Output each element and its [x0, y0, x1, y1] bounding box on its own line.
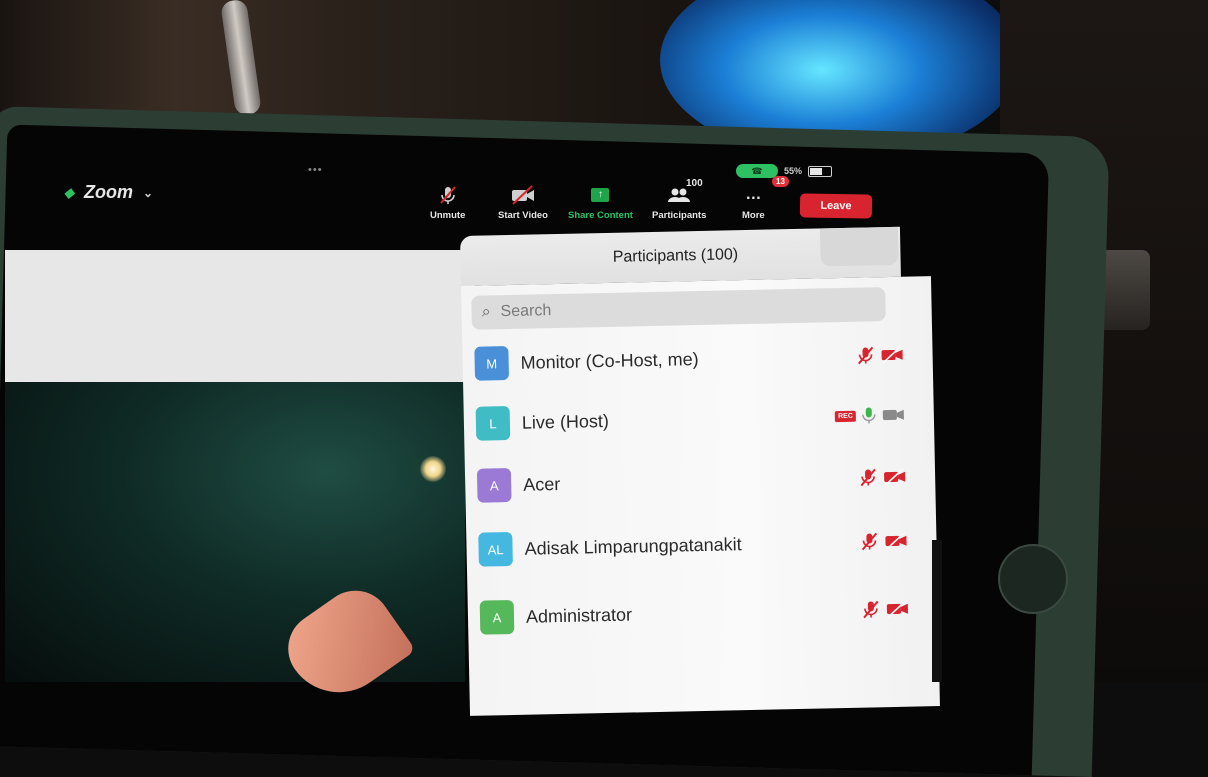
video-off-icon	[886, 600, 910, 618]
call-icon[interactable]: ☎	[736, 164, 778, 178]
share-content-label: Share Content	[568, 210, 633, 221]
app-title: Zoom	[84, 182, 133, 203]
participant-status: REC	[835, 405, 906, 426]
muted-mic-icon	[437, 184, 459, 206]
avatar: A	[477, 468, 512, 503]
muted-mic-icon	[859, 467, 877, 487]
unmute-label: Unmute	[430, 210, 465, 221]
search-input[interactable]	[498, 296, 802, 322]
muted-mic-icon	[856, 345, 874, 365]
unmute-button[interactable]: Unmute	[430, 184, 465, 221]
panel-edge	[932, 540, 942, 682]
battery-icon	[808, 166, 832, 177]
more-label: More	[742, 210, 765, 221]
muted-mic-icon	[860, 531, 878, 551]
video-light	[420, 456, 446, 482]
participant-row[interactable]: AL Adisak Limparungpatanakit	[478, 521, 909, 570]
start-video-label: Start Video	[498, 210, 548, 221]
avatar: A	[480, 600, 515, 635]
participant-row[interactable]: M Monitor (Co-Host, me)	[474, 335, 905, 384]
multitask-dots[interactable]: •••	[308, 164, 323, 176]
mic-on-icon	[862, 405, 876, 425]
participants-label: Participants	[652, 210, 706, 221]
avatar: AL	[478, 532, 513, 567]
participants-panel: Participants (100) ⌕ M Monitor (Co-Host,…	[460, 226, 946, 706]
participant-name: Adisak Limparungpatanakit	[524, 534, 742, 560]
video-off-icon	[510, 184, 536, 206]
video-off-icon	[884, 532, 908, 550]
muted-mic-icon	[862, 599, 880, 619]
participant-status	[860, 531, 908, 552]
video-on-icon	[882, 406, 906, 424]
more-dots-icon: …	[745, 184, 761, 206]
participant-status	[862, 599, 910, 620]
more-badge: 13	[772, 176, 789, 187]
leave-button[interactable]: Leave	[800, 193, 872, 218]
battery-percent: 55%	[784, 166, 802, 176]
participant-status	[859, 467, 907, 488]
participants-button[interactable]: 100 Participants	[652, 184, 706, 221]
avatar: L	[476, 406, 511, 441]
start-video-button[interactable]: Start Video	[498, 184, 548, 221]
recording-badge: REC	[835, 410, 856, 421]
chevron-down-icon: ⌄	[143, 186, 153, 200]
participant-name: Acer	[523, 473, 560, 495]
share-arrow-icon: ↑	[591, 188, 609, 202]
avatar: M	[474, 346, 509, 381]
meeting-title-button[interactable]: ◆ Zoom ⌄	[64, 182, 153, 203]
share-content-button[interactable]: ↑ Share Content	[568, 184, 633, 221]
home-button[interactable]	[998, 544, 1068, 614]
meeting-content-area	[5, 250, 475, 382]
participant-name: Live (Host)	[522, 410, 609, 433]
participant-row[interactable]: A Acer	[477, 457, 908, 506]
panel-body: ⌕ M Monitor (Co-Host, me)	[461, 276, 940, 716]
more-button[interactable]: … 13 More	[742, 184, 765, 221]
video-off-icon	[880, 346, 904, 364]
participant-row[interactable]: L Live (Host) REC	[476, 395, 907, 444]
shield-icon: ◆	[64, 185, 74, 201]
video-off-icon	[883, 468, 907, 486]
participant-name: Administrator	[526, 604, 632, 627]
participant-status	[856, 345, 904, 366]
participant-row[interactable]: A Administrator	[480, 589, 911, 638]
panel-close-tab[interactable]	[820, 227, 899, 267]
search-icon: ⌕	[481, 303, 490, 321]
participant-name: Monitor (Co-Host, me)	[520, 349, 698, 374]
search-bar[interactable]: ⌕	[471, 287, 886, 330]
participants-count: 100	[686, 178, 703, 189]
